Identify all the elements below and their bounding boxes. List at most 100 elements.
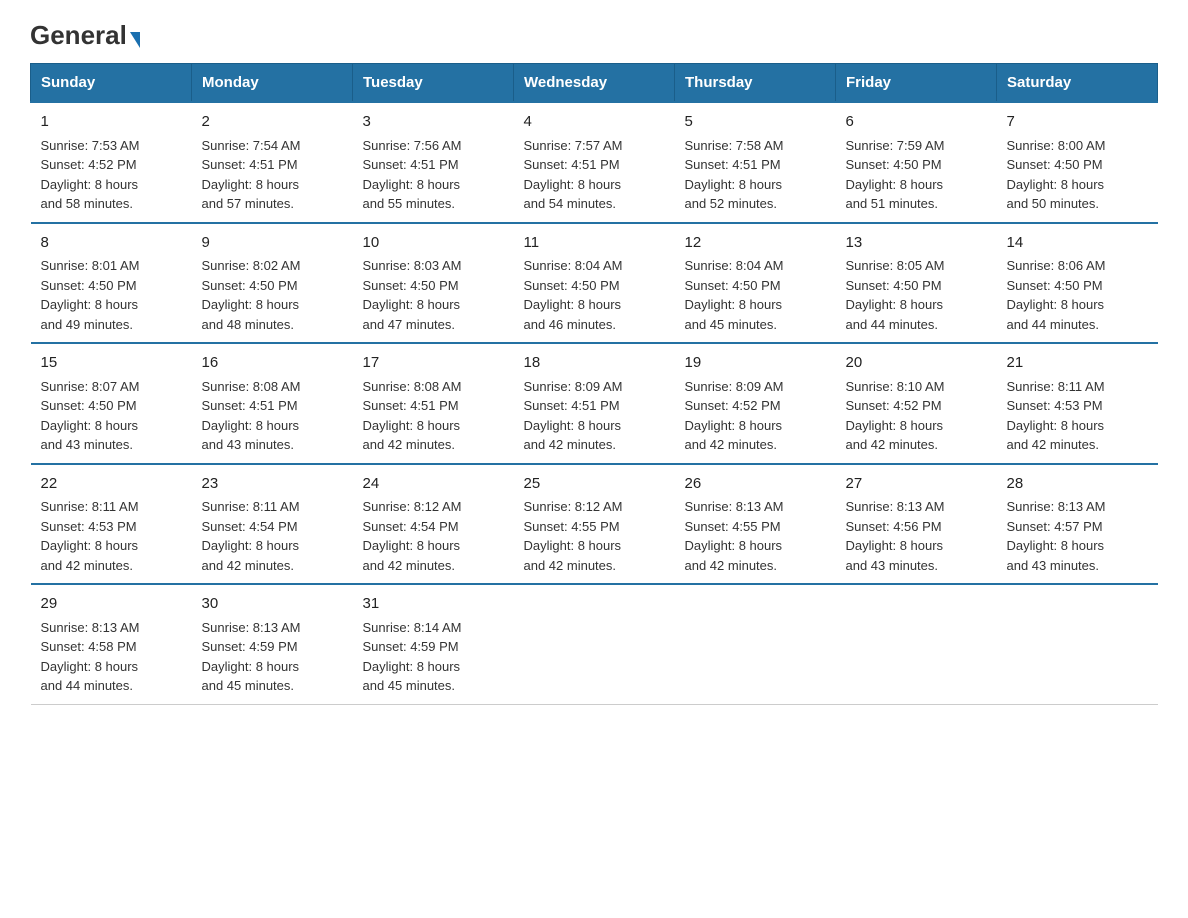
day-info: Sunrise: 7:56 AMSunset: 4:51 PMDaylight:… (363, 138, 462, 212)
logo-triangle-icon (130, 32, 140, 48)
day-info: Sunrise: 7:59 AMSunset: 4:50 PMDaylight:… (846, 138, 945, 212)
day-number: 30 (202, 593, 343, 616)
calendar-week-row: 29 Sunrise: 8:13 AMSunset: 4:58 PMDayligh… (31, 584, 1158, 704)
calendar-cell (997, 584, 1158, 704)
calendar-cell: 29 Sunrise: 8:13 AMSunset: 4:58 PMDayligh… (31, 584, 192, 704)
calendar-cell: 14 Sunrise: 8:06 AMSunset: 4:50 PMDayligh… (997, 223, 1158, 344)
day-number: 15 (41, 352, 182, 375)
column-header-tuesday: Tuesday (353, 64, 514, 103)
day-number: 10 (363, 232, 504, 255)
calendar-cell: 18 Sunrise: 8:09 AMSunset: 4:51 PMDayligh… (514, 343, 675, 464)
day-number: 12 (685, 232, 826, 255)
day-info: Sunrise: 8:11 AMSunset: 4:53 PMDaylight:… (1007, 379, 1105, 453)
day-info: Sunrise: 8:03 AMSunset: 4:50 PMDaylight:… (363, 258, 462, 332)
day-info: Sunrise: 8:06 AMSunset: 4:50 PMDaylight:… (1007, 258, 1106, 332)
calendar-cell: 11 Sunrise: 8:04 AMSunset: 4:50 PMDayligh… (514, 223, 675, 344)
calendar-cell: 9Sunrise: 8:02 AMSunset: 4:50 PMDaylight… (192, 223, 353, 344)
day-number: 24 (363, 473, 504, 496)
day-number: 19 (685, 352, 826, 375)
calendar-cell (514, 584, 675, 704)
calendar-cell: 4 Sunrise: 7:57 AMSunset: 4:51 PMDaylight… (514, 102, 675, 223)
day-info: Sunrise: 7:54 AMSunset: 4:51 PMDaylight:… (202, 138, 301, 212)
day-info: Sunrise: 8:13 AMSunset: 4:59 PMDaylight:… (202, 620, 301, 694)
day-number: 14 (1007, 232, 1148, 255)
calendar-week-row: 8 Sunrise: 8:01 AMSunset: 4:50 PMDaylight… (31, 223, 1158, 344)
calendar-cell: 15 Sunrise: 8:07 AMSunset: 4:50 PMDayligh… (31, 343, 192, 464)
day-info: Sunrise: 8:05 AMSunset: 4:50 PMDaylight:… (846, 258, 945, 332)
day-info: Sunrise: 8:08 AMSunset: 4:51 PMDaylight:… (202, 379, 301, 453)
day-info: Sunrise: 8:04 AMSunset: 4:50 PMDaylight:… (524, 258, 623, 332)
day-info: Sunrise: 7:57 AMSunset: 4:51 PMDaylight:… (524, 138, 623, 212)
day-info: Sunrise: 8:09 AMSunset: 4:52 PMDaylight:… (685, 379, 784, 453)
day-number: 31 (363, 593, 504, 616)
column-header-friday: Friday (836, 64, 997, 103)
calendar-cell (675, 584, 836, 704)
calendar-cell: 8 Sunrise: 8:01 AMSunset: 4:50 PMDaylight… (31, 223, 192, 344)
day-number: 1 (41, 111, 182, 134)
calendar-cell: 28 Sunrise: 8:13 AMSunset: 4:57 PMDayligh… (997, 464, 1158, 585)
calendar-cell: 31 Sunrise: 8:14 AMSunset: 4:59 PMDayligh… (353, 584, 514, 704)
day-info: Sunrise: 8:11 AMSunset: 4:53 PMDaylight:… (41, 499, 139, 573)
day-number: 18 (524, 352, 665, 375)
day-number: 6 (846, 111, 987, 134)
column-header-saturday: Saturday (997, 64, 1158, 103)
day-info: Sunrise: 8:12 AMSunset: 4:55 PMDaylight:… (524, 499, 623, 573)
column-header-monday: Monday (192, 64, 353, 103)
logo: General (30, 20, 140, 47)
calendar-cell: 26Sunrise: 8:13 AMSunset: 4:55 PMDayligh… (675, 464, 836, 585)
calendar-cell: 16Sunrise: 8:08 AMSunset: 4:51 PMDayligh… (192, 343, 353, 464)
day-number: 20 (846, 352, 987, 375)
column-header-thursday: Thursday (675, 64, 836, 103)
calendar-week-row: 1 Sunrise: 7:53 AMSunset: 4:52 PMDaylight… (31, 102, 1158, 223)
calendar-cell: 20 Sunrise: 8:10 AMSunset: 4:52 PMDayligh… (836, 343, 997, 464)
calendar-cell: 1 Sunrise: 7:53 AMSunset: 4:52 PMDaylight… (31, 102, 192, 223)
calendar-header-row: SundayMondayTuesdayWednesdayThursdayFrid… (31, 64, 1158, 103)
calendar-cell: 3 Sunrise: 7:56 AMSunset: 4:51 PMDaylight… (353, 102, 514, 223)
day-info: Sunrise: 8:09 AMSunset: 4:51 PMDaylight:… (524, 379, 623, 453)
day-number: 9 (202, 232, 343, 255)
page-header: General (30, 20, 1158, 47)
calendar-cell: 19 Sunrise: 8:09 AMSunset: 4:52 PMDayligh… (675, 343, 836, 464)
day-info: Sunrise: 8:08 AMSunset: 4:51 PMDaylight:… (363, 379, 462, 453)
day-number: 23 (202, 473, 343, 496)
day-number: 13 (846, 232, 987, 255)
calendar-cell: 10 Sunrise: 8:03 AMSunset: 4:50 PMDayligh… (353, 223, 514, 344)
logo-general: General (30, 20, 127, 51)
day-number: 28 (1007, 473, 1148, 496)
day-number: 2 (202, 111, 343, 134)
day-info: Sunrise: 7:58 AMSunset: 4:51 PMDaylight:… (685, 138, 784, 212)
day-info: Sunrise: 7:53 AMSunset: 4:52 PMDaylight:… (41, 138, 140, 212)
day-number: 8 (41, 232, 182, 255)
day-info: Sunrise: 8:10 AMSunset: 4:52 PMDaylight:… (846, 379, 945, 453)
day-number: 29 (41, 593, 182, 616)
calendar-cell: 7Sunrise: 8:00 AMSunset: 4:50 PMDaylight… (997, 102, 1158, 223)
day-number: 11 (524, 232, 665, 255)
calendar-cell: 24Sunrise: 8:12 AMSunset: 4:54 PMDayligh… (353, 464, 514, 585)
calendar-cell: 21 Sunrise: 8:11 AMSunset: 4:53 PMDayligh… (997, 343, 1158, 464)
calendar-table: SundayMondayTuesdayWednesdayThursdayFrid… (30, 63, 1158, 705)
calendar-cell: 2 Sunrise: 7:54 AMSunset: 4:51 PMDaylight… (192, 102, 353, 223)
day-number: 21 (1007, 352, 1148, 375)
column-header-sunday: Sunday (31, 64, 192, 103)
day-info: Sunrise: 8:14 AMSunset: 4:59 PMDaylight:… (363, 620, 462, 694)
day-number: 17 (363, 352, 504, 375)
day-number: 3 (363, 111, 504, 134)
day-info: Sunrise: 8:01 AMSunset: 4:50 PMDaylight:… (41, 258, 140, 332)
calendar-cell: 23 Sunrise: 8:11 AMSunset: 4:54 PMDayligh… (192, 464, 353, 585)
day-info: Sunrise: 8:11 AMSunset: 4:54 PMDaylight:… (202, 499, 300, 573)
calendar-cell: 27Sunrise: 8:13 AMSunset: 4:56 PMDayligh… (836, 464, 997, 585)
column-header-wednesday: Wednesday (514, 64, 675, 103)
day-info: Sunrise: 8:04 AMSunset: 4:50 PMDaylight:… (685, 258, 784, 332)
day-info: Sunrise: 8:00 AMSunset: 4:50 PMDaylight:… (1007, 138, 1106, 212)
day-number: 22 (41, 473, 182, 496)
day-info: Sunrise: 8:13 AMSunset: 4:57 PMDaylight:… (1007, 499, 1106, 573)
day-info: Sunrise: 8:07 AMSunset: 4:50 PMDaylight:… (41, 379, 140, 453)
day-number: 26 (685, 473, 826, 496)
day-info: Sunrise: 8:13 AMSunset: 4:56 PMDaylight:… (846, 499, 945, 573)
day-number: 4 (524, 111, 665, 134)
day-number: 5 (685, 111, 826, 134)
calendar-cell: 6 Sunrise: 7:59 AMSunset: 4:50 PMDaylight… (836, 102, 997, 223)
calendar-cell: 25Sunrise: 8:12 AMSunset: 4:55 PMDayligh… (514, 464, 675, 585)
calendar-cell: 30 Sunrise: 8:13 AMSunset: 4:59 PMDayligh… (192, 584, 353, 704)
day-info: Sunrise: 8:13 AMSunset: 4:58 PMDaylight:… (41, 620, 140, 694)
